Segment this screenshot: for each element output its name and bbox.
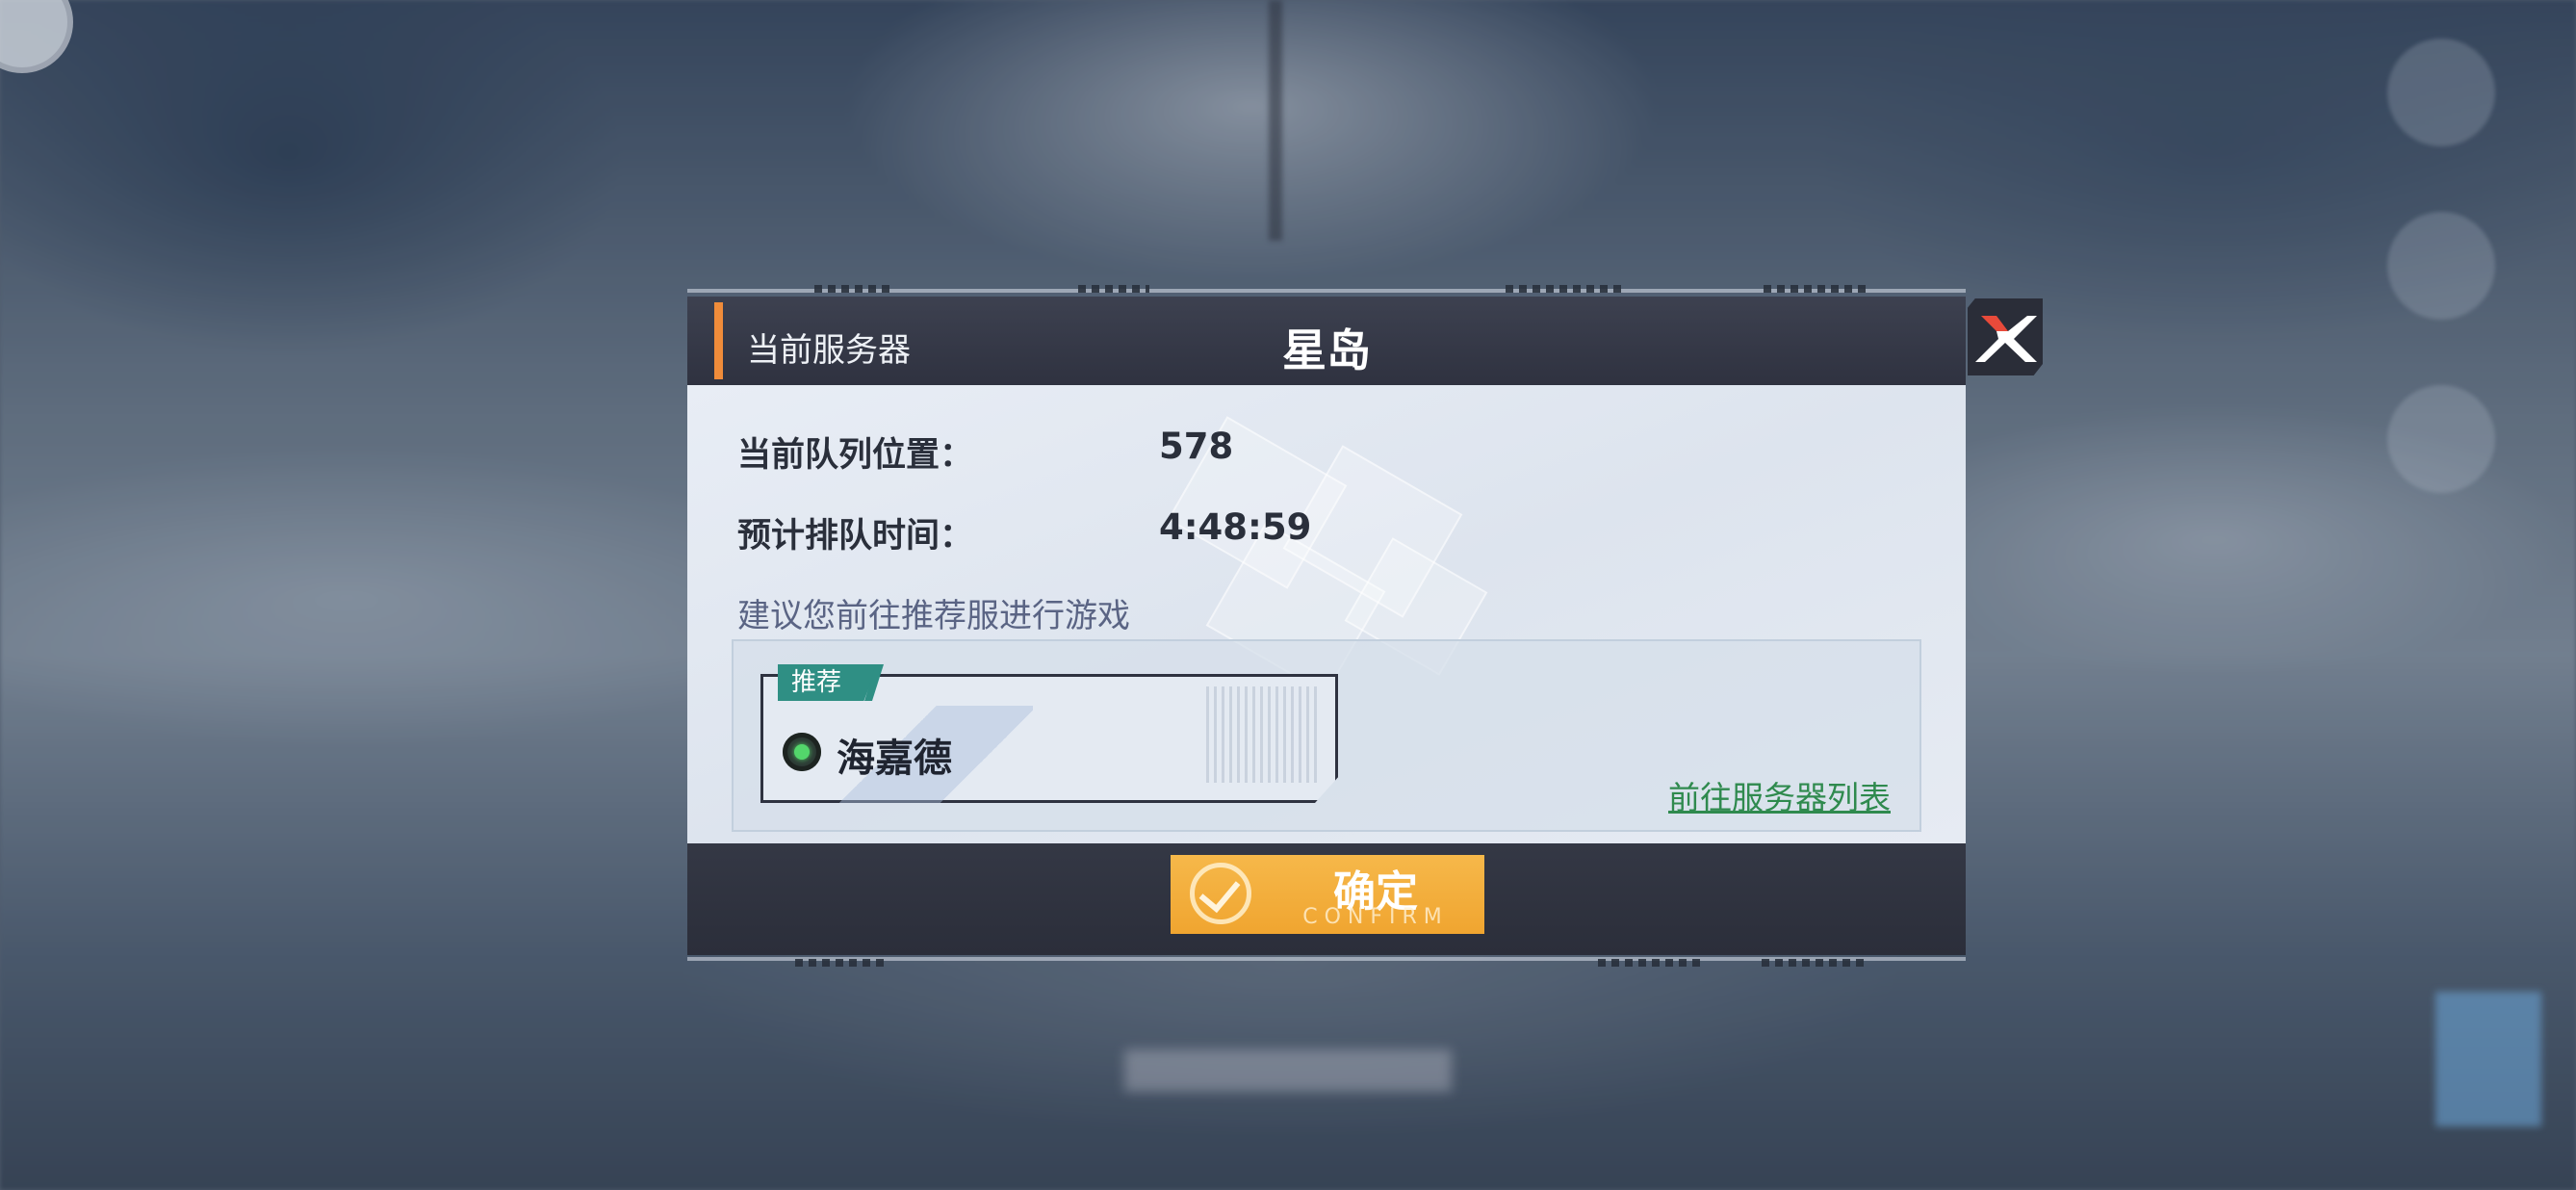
dialog-bottom-dashes-2 [1598, 959, 1704, 967]
current-server-name: 星岛 [1282, 324, 1371, 376]
dialog-bottom-dashes-1 [795, 959, 888, 967]
dialog-body: 当前队列位置： 578 预计排队时间： 4:48:59 建议您前往推荐服进行游戏… [687, 385, 1966, 843]
dialog-top-dashes-2 [1078, 285, 1149, 293]
close-icon [1975, 316, 2037, 362]
server-list-link[interactable]: 前往服务器列表 [1668, 772, 1891, 818]
dialog-top-dashes-3 [1506, 285, 1621, 293]
side-icon-2[interactable] [2387, 212, 2495, 320]
confirm-button[interactable]: 确定 CONFIRM [1171, 855, 1484, 934]
queue-position-label: 当前队列位置： [737, 436, 974, 475]
card-barcode-decoration [1206, 686, 1322, 783]
recommended-server-name: 海嘉德 [837, 737, 952, 781]
queue-position-value: 578 [1159, 426, 1234, 467]
dialog-footer: 确定 CONFIRM [687, 843, 1966, 955]
recommended-tag: 推荐 [778, 664, 878, 701]
dialog-top-dashes-1 [814, 285, 895, 293]
dialog-top-dashes-4 [1764, 285, 1869, 293]
side-icon-3[interactable] [2387, 385, 2495, 493]
background-blurred-label [1124, 1049, 1452, 1092]
recommend-hint: 建议您前往推荐服进行游戏 [737, 597, 1130, 635]
check-icon [1190, 863, 1251, 924]
server-status-icon [783, 733, 821, 771]
confirm-sublabel: CONFIRM [1302, 905, 1449, 929]
queue-time-value: 4:48:59 [1159, 506, 1312, 548]
side-icon-1[interactable] [2387, 39, 2495, 146]
queue-time-label: 预计排队时间： [737, 517, 974, 556]
close-button[interactable] [1968, 298, 2043, 375]
background-blurred-button[interactable] [2435, 992, 2541, 1126]
dialog-header: 当前服务器 星岛 [687, 297, 1966, 385]
dialog-bottom-dashes-3 [1762, 959, 1868, 967]
queue-dialog: 当前服务器 星岛 当前队列位置： 578 预计排队时间： 4:48:59 建议您… [687, 297, 1966, 955]
recommended-server-panel: 海嘉德 推荐 前往服务器列表 [732, 639, 1921, 832]
